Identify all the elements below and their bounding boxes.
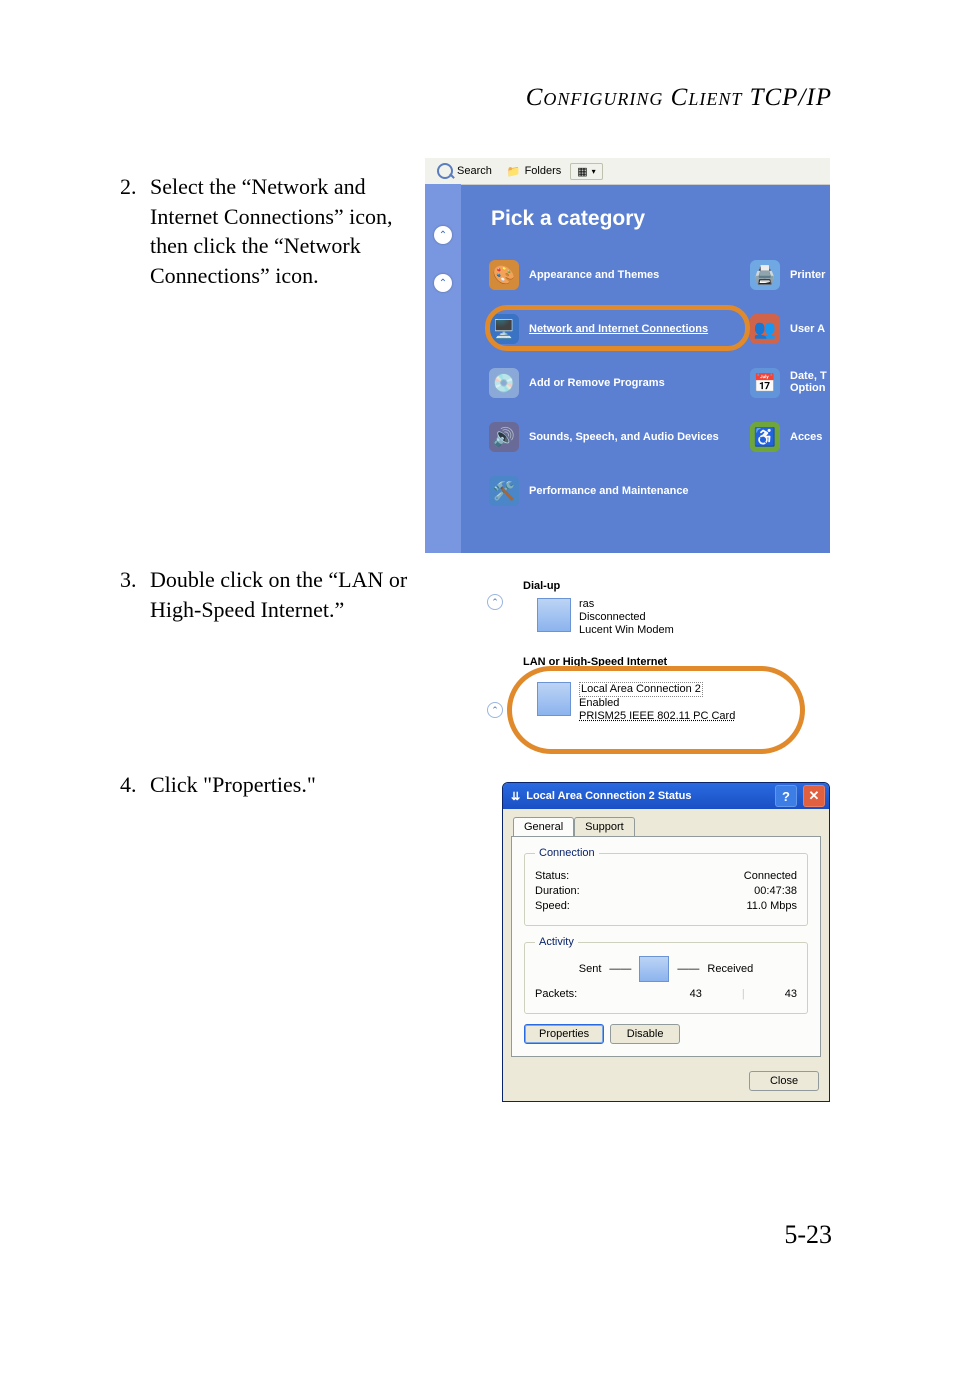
category-label: Sounds, Speech, and Audio Devices xyxy=(529,431,719,443)
dialup-icon xyxy=(537,598,571,632)
category-label: Add or Remove Programs xyxy=(529,377,665,389)
status-value: Connected xyxy=(744,870,797,882)
category-date-time[interactable]: 📅 Date, T Option xyxy=(750,368,830,398)
sent-label: Sent xyxy=(579,963,602,975)
category-accessibility[interactable]: ♿ Acces xyxy=(750,422,830,452)
duration-label: Duration: xyxy=(535,885,580,897)
activity-legend: Activity xyxy=(535,936,578,948)
user-icon: 👥 xyxy=(750,314,780,344)
step-3: 3. Double click on the “LAN or High-Spee… xyxy=(150,565,410,624)
folder-icon: 📁 xyxy=(507,165,521,178)
appearance-icon: 🎨 xyxy=(489,260,519,290)
step-2: 2. Select the “Network and Internet Conn… xyxy=(150,172,410,291)
step-4-number: 4. xyxy=(120,770,137,800)
packets-received: 43 xyxy=(785,988,797,1000)
connection-device: Lucent Win Modem xyxy=(579,624,674,637)
category-performance[interactable]: 🛠️ Performance and Maintenance xyxy=(489,476,830,506)
step-2-number: 2. xyxy=(120,172,137,202)
folders-button[interactable]: 📁 Folders xyxy=(501,163,567,180)
packets-label: Packets: xyxy=(535,988,577,1000)
page-header: Configuring Client TCP/IP xyxy=(526,84,832,112)
disable-button[interactable]: Disable xyxy=(610,1024,680,1044)
connection-name: ras xyxy=(579,598,674,611)
date-icon: 📅 xyxy=(750,368,780,398)
activity-fieldset: Activity Sent —— —— Received Packets: 43… xyxy=(524,936,808,1014)
screenshot-network-connections: ⌃ Dial-up ras Disconnected Lucent Win Mo… xyxy=(487,574,797,723)
tab-general[interactable]: General xyxy=(513,817,574,836)
toolbar: Search 📁 Folders ▦ ▾ xyxy=(425,158,830,185)
sounds-icon: 🔊 xyxy=(489,422,519,452)
category-label: User A xyxy=(790,323,825,335)
collapse-icon[interactable]: ⌃ xyxy=(434,226,452,244)
packets-sent: 43 xyxy=(690,988,702,1000)
step-4-text: Click "Properties." xyxy=(150,772,316,797)
category-label: Performance and Maintenance xyxy=(529,485,689,497)
search-icon xyxy=(437,163,453,179)
step-3-number: 3. xyxy=(120,565,137,595)
performance-icon: 🛠️ xyxy=(489,476,519,506)
connection-fieldset: Connection Status: Connected Duration: 0… xyxy=(524,847,808,926)
accessibility-icon: ♿ xyxy=(750,422,780,452)
dialog-title: Local Area Connection 2 Status xyxy=(526,790,691,802)
close-button[interactable]: Close xyxy=(749,1071,819,1091)
properties-button[interactable]: Properties xyxy=(524,1024,604,1044)
close-icon[interactable]: ✕ xyxy=(803,785,825,807)
category-label: Date, T Option xyxy=(790,371,827,394)
dropdown-icon: ▾ xyxy=(592,167,596,176)
connection-legend: Connection xyxy=(535,847,599,859)
page-number: 5-23 xyxy=(784,1220,832,1250)
speed-label: Speed: xyxy=(535,900,570,912)
screenshot-control-panel: Search 📁 Folders ▦ ▾ ⌃ ⌃ Pick a category… xyxy=(425,158,830,553)
highlight-ring xyxy=(485,305,750,351)
screenshot-status-dialog: ⇊ Local Area Connection 2 Status ? ✕ Gen… xyxy=(502,782,830,1102)
speed-value: 11.0 Mbps xyxy=(746,900,797,912)
activity-icon xyxy=(639,956,669,982)
received-label: Received xyxy=(707,963,753,975)
collapse-icon-2[interactable]: ⌃ xyxy=(487,702,503,718)
add-remove-icon: 💿 xyxy=(489,368,519,398)
pick-category-title: Pick a category xyxy=(491,207,830,231)
dash: —— xyxy=(609,963,631,975)
printer-icon: 🖨️ xyxy=(750,260,780,290)
title-icon: ⇊ xyxy=(511,790,520,803)
tab-content: Connection Status: Connected Duration: 0… xyxy=(511,836,821,1057)
step-4: 4. Click "Properties." xyxy=(150,770,410,800)
titlebar: ⇊ Local Area Connection 2 Status ? ✕ xyxy=(503,783,829,809)
tabs: General Support xyxy=(513,817,829,836)
group-dialup: Dial-up xyxy=(523,580,797,592)
category-label: Appearance and Themes xyxy=(529,269,659,281)
collapse-icon[interactable]: ⌃ xyxy=(487,594,503,610)
help-button[interactable]: ? xyxy=(775,785,797,807)
duration-value: 00:47:38 xyxy=(754,885,797,897)
connection-status: Disconnected xyxy=(579,611,674,624)
category-user-accounts[interactable]: 👥 User A xyxy=(750,314,830,344)
highlight-ring xyxy=(507,666,805,754)
dash: —— xyxy=(677,963,699,975)
views-icon: ▦ xyxy=(577,165,587,178)
tab-support[interactable]: Support xyxy=(574,817,635,836)
connection-ras[interactable]: ras Disconnected Lucent Win Modem xyxy=(537,598,797,638)
search-label: Search xyxy=(457,165,492,177)
folders-label: Folders xyxy=(525,165,562,177)
status-label: Status: xyxy=(535,870,569,882)
search-button[interactable]: Search xyxy=(431,161,498,181)
views-button[interactable]: ▦ ▾ xyxy=(570,163,602,180)
step-3-text: Double click on the “LAN or High-Speed I… xyxy=(150,567,407,622)
step-2-text: Select the “Network and Internet Connect… xyxy=(150,174,393,288)
category-label: Printer xyxy=(790,269,825,281)
sidebar: ⌃ ⌃ xyxy=(425,184,461,553)
collapse-icon-2[interactable]: ⌃ xyxy=(434,274,452,292)
category-printers[interactable]: 🖨️ Printer xyxy=(750,260,830,290)
category-label: Acces xyxy=(790,431,822,443)
